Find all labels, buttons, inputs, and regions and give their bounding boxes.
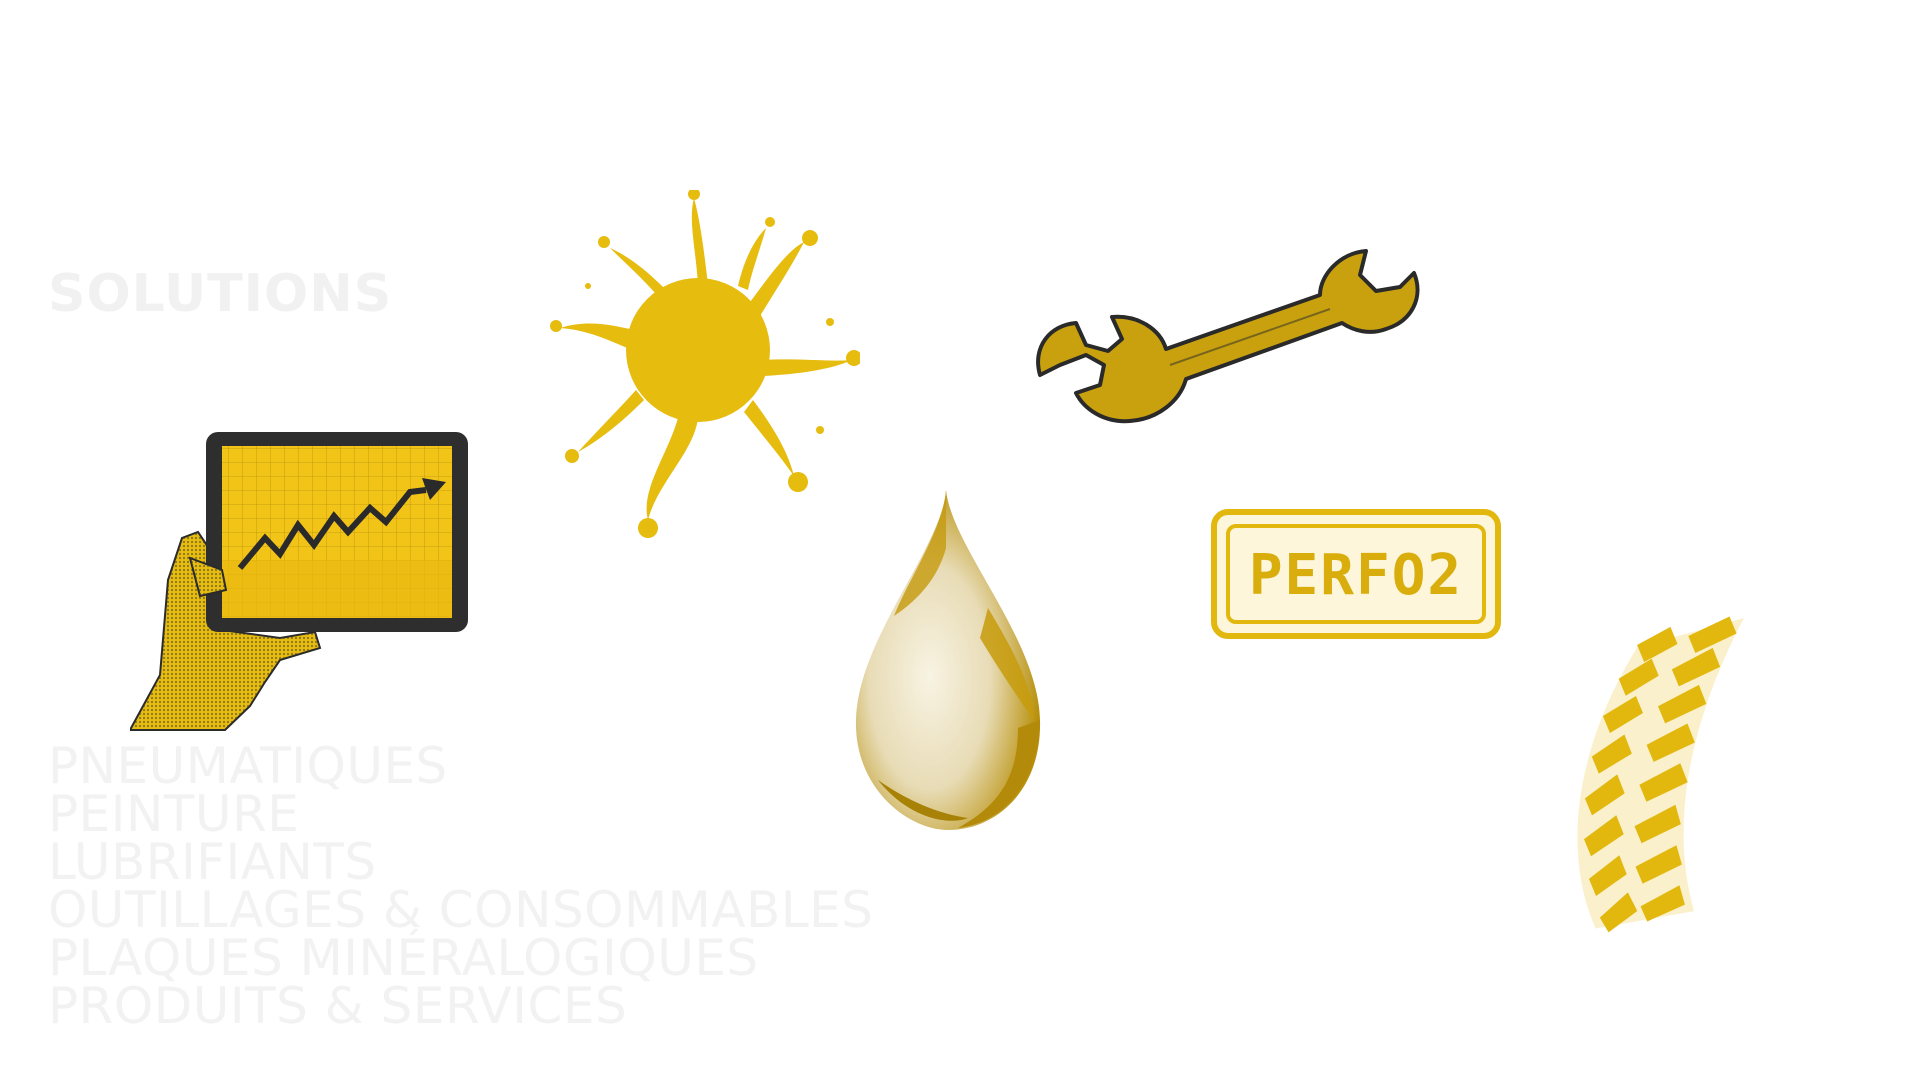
paint-splash-icon[interactable] bbox=[548, 190, 860, 550]
solution-item-lubrifiants[interactable]: LUBRIFIANTS bbox=[48, 837, 874, 887]
tire-track-icon[interactable] bbox=[1510, 615, 1810, 935]
solution-item-outillages[interactable]: OUTILLAGES & CONSOMMABLES bbox=[48, 885, 874, 935]
solution-item-peinture[interactable]: PEINTURE bbox=[48, 789, 874, 839]
plate-text: PERFO2 bbox=[1249, 543, 1463, 608]
wrench-icon[interactable] bbox=[1020, 225, 1440, 455]
solutions-page: SOLUTIONS PNEUMATIQUES PEINTURE LUBRIFIA… bbox=[0, 0, 1920, 1080]
solution-item-plaques[interactable]: PLAQUES MINÉRALOGIQUES bbox=[48, 933, 874, 983]
oil-drop-icon[interactable] bbox=[848, 488, 1048, 836]
solution-item-produits[interactable]: PRODUITS & SERVICES bbox=[48, 981, 874, 1031]
section-heading: SOLUTIONS bbox=[48, 264, 393, 324]
license-plate-icon[interactable]: PERFO2 bbox=[1210, 508, 1502, 640]
solutions-list: PNEUMATIQUES PEINTURE LUBRIFIANTS OUTILL… bbox=[48, 741, 874, 1031]
solution-item-pneumatiques[interactable]: PNEUMATIQUES bbox=[48, 741, 874, 791]
tablet-chart-icon[interactable] bbox=[130, 420, 480, 740]
